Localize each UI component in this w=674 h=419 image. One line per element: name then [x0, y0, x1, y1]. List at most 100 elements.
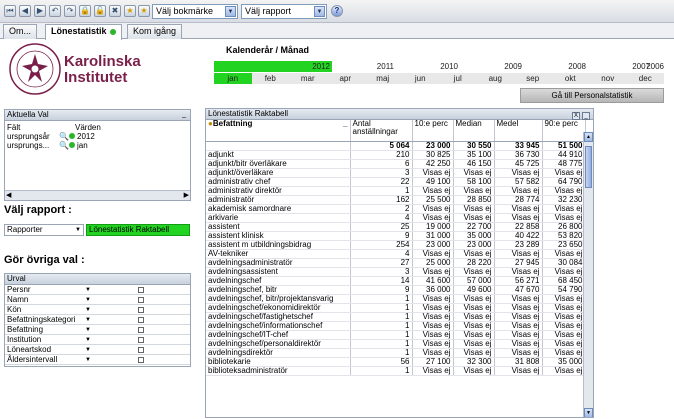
befattning-cell[interactable]: administratör — [206, 195, 351, 205]
minimize-icon[interactable]: _ — [343, 120, 347, 128]
befattning-cell[interactable]: avdelningschef/informationschef — [206, 321, 351, 331]
befattning-cell[interactable]: AV-tekniker — [206, 249, 351, 259]
chevron-down-icon[interactable]: ▼ — [85, 326, 91, 334]
table-row[interactable]: assistent 25 19 000 22 700 22 858 26 800 — [206, 222, 586, 232]
checkbox[interactable] — [138, 307, 144, 313]
first-page-icon[interactable]: ⏮ — [4, 5, 16, 17]
urval-row[interactable]: Kön ▼ — [5, 306, 190, 315]
search-icon[interactable]: 🔍 — [59, 132, 69, 141]
year-2011[interactable]: 2011 — [332, 61, 396, 72]
column-header-median[interactable]: Median — [453, 120, 495, 142]
aktuella-val-row[interactable]: ursprungsår 🔍 2012 — [7, 132, 187, 141]
table-row[interactable]: bibliotekarie 56 27 100 32 300 31 808 35 000 — [206, 357, 586, 367]
year-2012[interactable]: 2012 — [214, 61, 332, 72]
bookmark-select[interactable]: Välj bokmärke ▼ — [152, 4, 238, 19]
table-row[interactable]: avdelningschef/ekonomidirektör 1 Visas ej V… — [206, 303, 586, 313]
befattning-cell[interactable]: assistent m utbildningsbidrag — [206, 240, 351, 250]
checkbox[interactable] — [138, 327, 144, 333]
befattning-cell[interactable]: assistent klinisk — [206, 231, 351, 241]
chevron-down-icon[interactable]: ▼ — [225, 6, 236, 17]
scroll-right-icon[interactable]: ▶ — [184, 191, 189, 199]
table-row[interactable]: avdelningschef/IT-chef 1 Visas ej Visas ej V… — [206, 330, 586, 340]
befattning-cell[interactable]: administrativ direktör — [206, 186, 351, 196]
add-bookmark-icon[interactable]: ★ — [138, 5, 150, 17]
table-row[interactable]: biblioteksadministratör 1 Visas ej Visas ej… — [206, 366, 586, 376]
unlock-icon[interactable]: 🔓 — [94, 5, 106, 17]
year-2010[interactable]: 2010 — [396, 61, 460, 72]
chevron-down-icon[interactable]: ▼ — [85, 286, 91, 294]
table-row[interactable]: avdelningschef 14 41 600 57 000 56 271 68 450 — [206, 276, 586, 286]
chevron-down-icon[interactable]: ▼ — [314, 6, 325, 17]
checkbox[interactable] — [138, 347, 144, 353]
urval-row[interactable]: Institution ▼ — [5, 336, 190, 345]
table-row[interactable]: avdelningschef/personaldirektör 1 Visas ej… — [206, 339, 586, 349]
befattning-cell[interactable]: biblioteksadministratör — [206, 366, 351, 376]
scroll-up-icon[interactable]: ▲ — [584, 132, 593, 142]
month-nov[interactable]: nov — [589, 73, 627, 84]
befattning-cell[interactable]: assistent — [206, 222, 351, 232]
befattning-cell[interactable]: akademisk samordnare — [206, 204, 351, 214]
month-jul[interactable]: jul — [439, 73, 477, 84]
help-icon[interactable]: ? — [331, 5, 343, 17]
tab-kom-igang[interactable]: Kom igång — [127, 24, 183, 39]
table-row[interactable]: adjunkt/bitr överläkare 6 42 250 46 150 45 7… — [206, 159, 586, 169]
checkbox[interactable] — [138, 287, 144, 293]
chevron-down-icon[interactable]: ▼ — [85, 336, 91, 344]
checkbox[interactable] — [138, 337, 144, 343]
table-row[interactable]: adjunkt 210 30 825 35 100 36 730 44 910 — [206, 150, 586, 160]
chevron-down-icon[interactable]: ▼ — [75, 225, 81, 235]
urval-row[interactable]: Löneartskod ▼ — [5, 346, 190, 355]
year-2006[interactable]: 2006 — [638, 61, 664, 72]
table-row[interactable]: adjunkt/överläkare 3 Visas ej Visas ej Visas… — [206, 168, 586, 178]
clear-icon[interactable]: ✖ — [109, 5, 121, 17]
table-row[interactable]: AV-tekniker 4 Visas ej Visas ej Visas ej Visa… — [206, 249, 586, 259]
befattning-cell[interactable]: avdelningschef/personaldirektör — [206, 339, 351, 349]
month-mar[interactable]: mar — [289, 73, 327, 84]
table-row[interactable]: avdelningsassistent 3 Visas ej Visas ej Visa… — [206, 267, 586, 277]
vertical-scrollbar[interactable]: ▲ ▼ — [583, 132, 593, 417]
befattning-cell[interactable]: adjunkt — [206, 150, 351, 160]
table-row[interactable]: administratör 162 25 500 28 850 28 774 32 230 — [206, 195, 586, 205]
column-header-90-perc[interactable]: 90:e perc — [542, 120, 586, 142]
befattning-cell[interactable]: administrativ chef — [206, 177, 351, 187]
chevron-down-icon[interactable]: ▼ — [85, 316, 91, 324]
chevron-down-icon[interactable]: ▼ — [85, 356, 91, 364]
undo-icon[interactable]: ↶ — [49, 5, 61, 17]
year-2008[interactable]: 2008 — [524, 61, 588, 72]
horizontal-scrollbar[interactable]: ◀ ▶ — [5, 190, 190, 200]
befattning-cell[interactable]: avdelningschef — [206, 276, 351, 286]
export-excel-icon[interactable]: X — [572, 112, 580, 120]
befattning-cell[interactable]: arkivarie — [206, 213, 351, 223]
rapporter-select[interactable]: Rapporter ▼ — [4, 224, 84, 236]
aktuella-val-row[interactable]: ursprungs... 🔍 jan — [7, 141, 187, 150]
befattning-cell[interactable]: avdelningsadministratör — [206, 258, 351, 268]
scroll-down-icon[interactable]: ▼ — [584, 408, 593, 417]
month-apr[interactable]: apr — [327, 73, 365, 84]
month-jan[interactable]: jan — [214, 73, 252, 84]
minimize-icon[interactable]: _ — [182, 110, 186, 119]
bookmark-star-icon[interactable]: ★ — [124, 5, 136, 17]
befattning-cell[interactable]: avdelningschef, bitr/projektansvarig — [206, 294, 351, 304]
table-row[interactable]: avdelningsdirektör 1 Visas ej Visas ej Visas… — [206, 348, 586, 358]
table-row[interactable]: avdelningschef/informationschef 1 Visas ej… — [206, 321, 586, 331]
table-row[interactable]: avdelningschef/fastighetschef 1 Visas ej Vi… — [206, 312, 586, 322]
month-aug[interactable]: aug — [477, 73, 515, 84]
table-row[interactable]: avdelningschef, bitr 9 36 000 49 600 47 670 5… — [206, 285, 586, 295]
checkbox[interactable] — [138, 317, 144, 323]
urval-row[interactable]: Persnr ▼ — [5, 286, 190, 295]
month-okt[interactable]: okt — [552, 73, 590, 84]
befattning-cell[interactable]: avdelningschef, bitr — [206, 285, 351, 295]
urval-row[interactable]: Namn ▼ — [5, 296, 190, 305]
table-row[interactable]: arkivarie 4 Visas ej Visas ej Visas ej Visas … — [206, 213, 586, 223]
befattning-cell[interactable]: avdelningsassistent — [206, 267, 351, 277]
tab-lonestatistik[interactable]: Lönestatistik — [45, 24, 122, 40]
month-dec[interactable]: dec — [627, 73, 665, 84]
chevron-down-icon[interactable]: ▼ — [85, 296, 91, 304]
scrollbar-thumb[interactable] — [585, 146, 592, 188]
befattning-cell[interactable]: adjunkt/överläkare — [206, 168, 351, 178]
table-row[interactable]: akademisk samordnare 2 Visas ej Visas ej Vis… — [206, 204, 586, 214]
table-row[interactable]: administrativ direktör 1 Visas ej Visas ej V… — [206, 186, 586, 196]
befattning-cell[interactable]: avdelningschef/fastighetschef — [206, 312, 351, 322]
column-header-befattning[interactable]: ●Befattning _ — [206, 120, 351, 142]
year-2009[interactable]: 2009 — [460, 61, 524, 72]
